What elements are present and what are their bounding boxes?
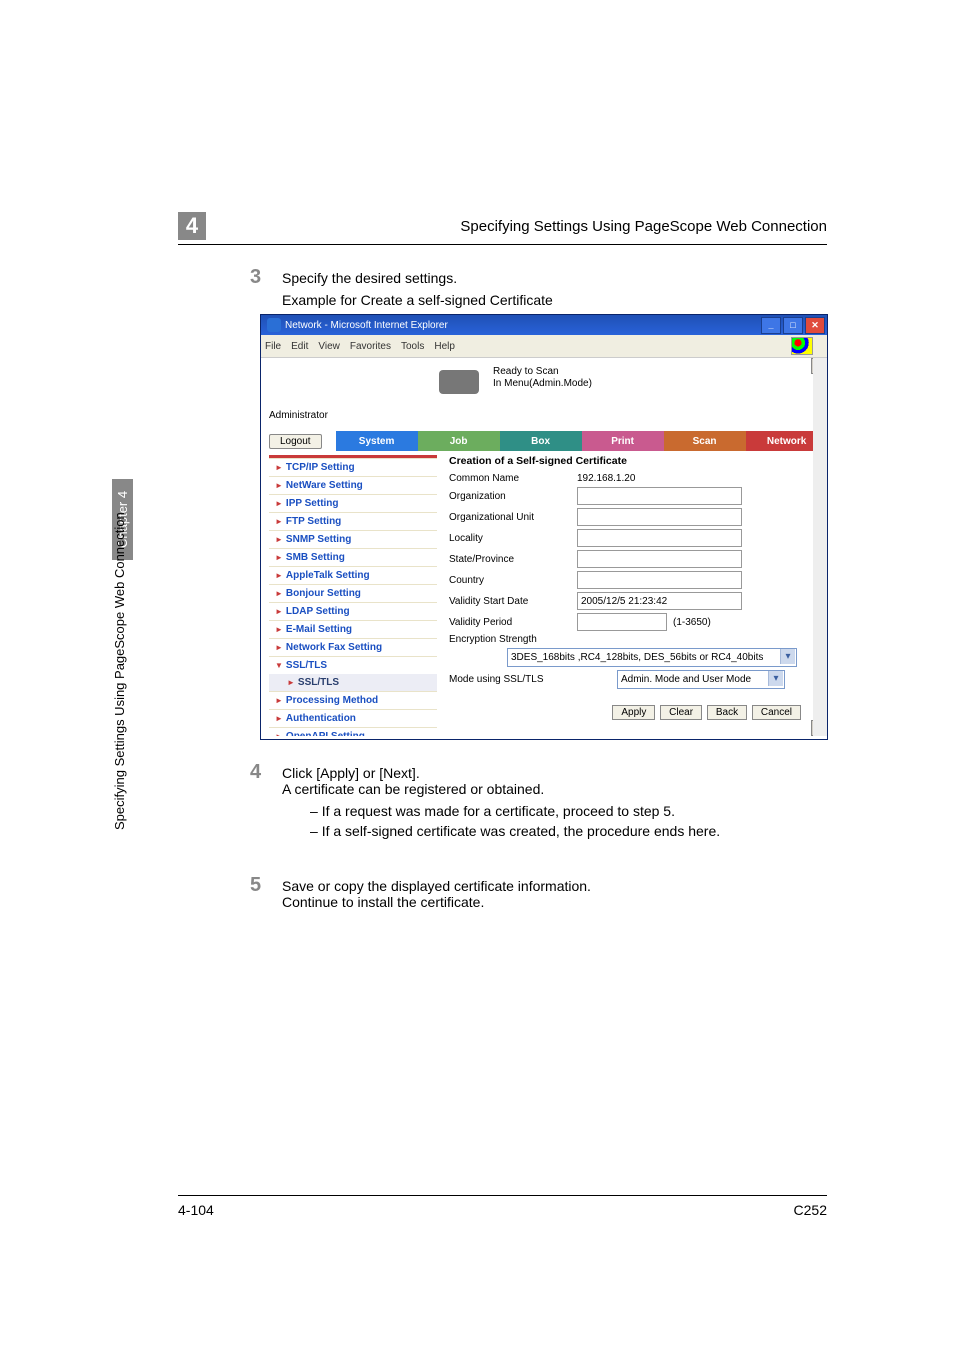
ie-icon xyxy=(267,318,281,332)
printer-icon xyxy=(439,366,487,402)
embedded-screenshot: Network - Microsoft Internet Explorer _ … xyxy=(260,314,828,740)
minimize-icon[interactable]: _ xyxy=(761,317,781,334)
window-titlebar: Network - Microsoft Internet Explorer _ … xyxy=(261,315,827,335)
scroll-up-icon[interactable]: ▴ xyxy=(811,358,827,374)
menu-edit[interactable]: Edit xyxy=(291,341,308,352)
sidebar-item-processing-method[interactable]: Processing Method xyxy=(269,691,437,709)
side-section-title: Specifying Settings Using PageScope Web … xyxy=(112,512,127,830)
footer-model: C252 xyxy=(794,1202,827,1218)
step-5: 5 Save or copy the displayed certificate… xyxy=(250,874,591,910)
label-mode: Mode using SSL/TLS xyxy=(449,674,577,685)
step-subtext: Continue to install the certificate. xyxy=(282,894,591,910)
page-header: 4 Specifying Settings Using PageScope We… xyxy=(178,212,827,245)
sidebar-item-smb[interactable]: SMB Setting xyxy=(269,548,437,566)
step-text: Click [Apply] or [Next]. xyxy=(282,765,720,781)
step-number: 5 xyxy=(250,874,282,897)
menu-tools[interactable]: Tools xyxy=(401,341,424,352)
sidebar-item-ssltls[interactable]: SSL/TLS xyxy=(269,656,437,674)
input-orgunit[interactable] xyxy=(577,508,742,526)
admin-label: Administrator xyxy=(261,402,813,421)
ie-brand-logo-icon xyxy=(791,337,813,355)
sidebar-item-ftp[interactable]: FTP Setting xyxy=(269,512,437,530)
menu-help[interactable]: Help xyxy=(434,341,455,352)
step-text: Specify the desired settings. xyxy=(282,270,553,286)
label-organization: Organization xyxy=(449,491,577,502)
sidebar-subitem-ssltls[interactable]: SSL/TLS xyxy=(269,674,437,691)
maximize-icon[interactable]: □ xyxy=(783,317,803,334)
back-button[interactable]: Back xyxy=(707,705,747,720)
form-title: Creation of a Self-signed Certificate xyxy=(449,455,805,467)
page-header-title: Specifying Settings Using PageScope Web … xyxy=(460,218,827,235)
step-number: 4 xyxy=(250,761,282,784)
label-locality: Locality xyxy=(449,533,577,544)
tab-network[interactable]: Network xyxy=(746,431,827,451)
device-status-line2: In Menu(Admin.Mode) xyxy=(493,378,592,390)
sidebar-item-snmp[interactable]: SNMP Setting xyxy=(269,530,437,548)
sidebar-item-email[interactable]: E-Mail Setting xyxy=(269,620,437,638)
sidebar-item-networkfax[interactable]: Network Fax Setting xyxy=(269,638,437,656)
step-text: Save or copy the displayed certificate i… xyxy=(282,878,591,894)
sidebar-item-ipp[interactable]: IPP Setting xyxy=(269,494,437,512)
cancel-button[interactable]: Cancel xyxy=(752,705,801,720)
sidebar-item-ldap[interactable]: LDAP Setting xyxy=(269,602,437,620)
step-number: 3 xyxy=(250,266,282,289)
label-state: State/Province xyxy=(449,554,577,565)
tab-box[interactable]: Box xyxy=(500,431,582,451)
label-orgunit: Organizational Unit xyxy=(449,512,577,523)
ie-menubar: File Edit View Favorites Tools Help xyxy=(261,335,827,358)
input-validity-period[interactable] xyxy=(577,613,667,631)
label-encryption: Encryption Strength xyxy=(449,634,577,645)
input-country[interactable] xyxy=(577,571,742,589)
menu-file[interactable]: File xyxy=(265,341,281,352)
list-item: If a request was made for a certificate,… xyxy=(310,803,720,819)
apply-button[interactable]: Apply xyxy=(612,705,655,720)
label-validity-period: Validity Period xyxy=(449,617,577,628)
tab-system[interactable]: System xyxy=(336,431,418,451)
label-country: Country xyxy=(449,575,577,586)
tab-scan[interactable]: Scan xyxy=(664,431,746,451)
chapter-number-badge: 4 xyxy=(178,212,206,240)
input-locality[interactable] xyxy=(577,529,742,547)
sidebar-item-bonjour[interactable]: Bonjour Setting xyxy=(269,584,437,602)
sidebar-item-authentication[interactable]: Authentication xyxy=(269,709,437,727)
select-encryption[interactable]: 3DES_168bits ,RC4_128bits, DES_56bits or… xyxy=(507,648,797,667)
logout-button[interactable]: Logout xyxy=(269,434,322,449)
scroll-down-icon[interactable]: ▾ xyxy=(811,720,827,736)
tab-print[interactable]: Print xyxy=(582,431,664,451)
side-nav: TCP/IP Setting NetWare Setting IPP Setti… xyxy=(269,455,437,736)
value-common-name: 192.168.1.20 xyxy=(577,473,635,484)
select-mode[interactable]: Admin. Mode and User Mode xyxy=(617,670,785,689)
certificate-form: Creation of a Self-signed Certificate Co… xyxy=(437,455,805,736)
menu-view[interactable]: View xyxy=(318,341,340,352)
step-subtext: A certificate can be registered or obtai… xyxy=(282,781,720,797)
label-validity-start: Validity Start Date xyxy=(449,596,577,607)
step-subtext: Example for Create a self-signed Certifi… xyxy=(282,292,553,308)
input-organization[interactable] xyxy=(577,487,742,505)
hint-validity-period: (1-3650) xyxy=(673,617,711,628)
footer-page: 4-104 xyxy=(178,1202,214,1218)
step-3: 3 Specify the desired settings. Example … xyxy=(250,266,553,308)
sidebar-item-appletalk[interactable]: AppleTalk Setting xyxy=(269,566,437,584)
close-icon[interactable]: ✕ xyxy=(805,317,825,334)
page-content-area: ▴ ▾ Ready to Scan In Menu(Admin.Mode) Ad… xyxy=(261,358,827,736)
window-title: Network - Microsoft Internet Explorer xyxy=(285,320,448,331)
list-item: If a self-signed certificate was created… xyxy=(310,823,720,839)
sidebar-item-openapi[interactable]: OpenAPI Setting xyxy=(269,727,437,736)
menu-favorites[interactable]: Favorites xyxy=(350,341,391,352)
value-validity-start: 2005/12/5 21:23:42 xyxy=(577,592,742,610)
label-common-name: Common Name xyxy=(449,473,577,484)
sidebar-item-netware[interactable]: NetWare Setting xyxy=(269,476,437,494)
input-state[interactable] xyxy=(577,550,742,568)
page-footer: 4-104 C252 xyxy=(178,1195,827,1218)
device-status-line1: Ready to Scan xyxy=(493,366,592,378)
tab-job[interactable]: Job xyxy=(418,431,500,451)
sidebar-item-tcpip[interactable]: TCP/IP Setting xyxy=(269,458,437,476)
clear-button[interactable]: Clear xyxy=(660,705,702,720)
step-4: 4 Click [Apply] or [Next]. A certificate… xyxy=(250,761,720,843)
